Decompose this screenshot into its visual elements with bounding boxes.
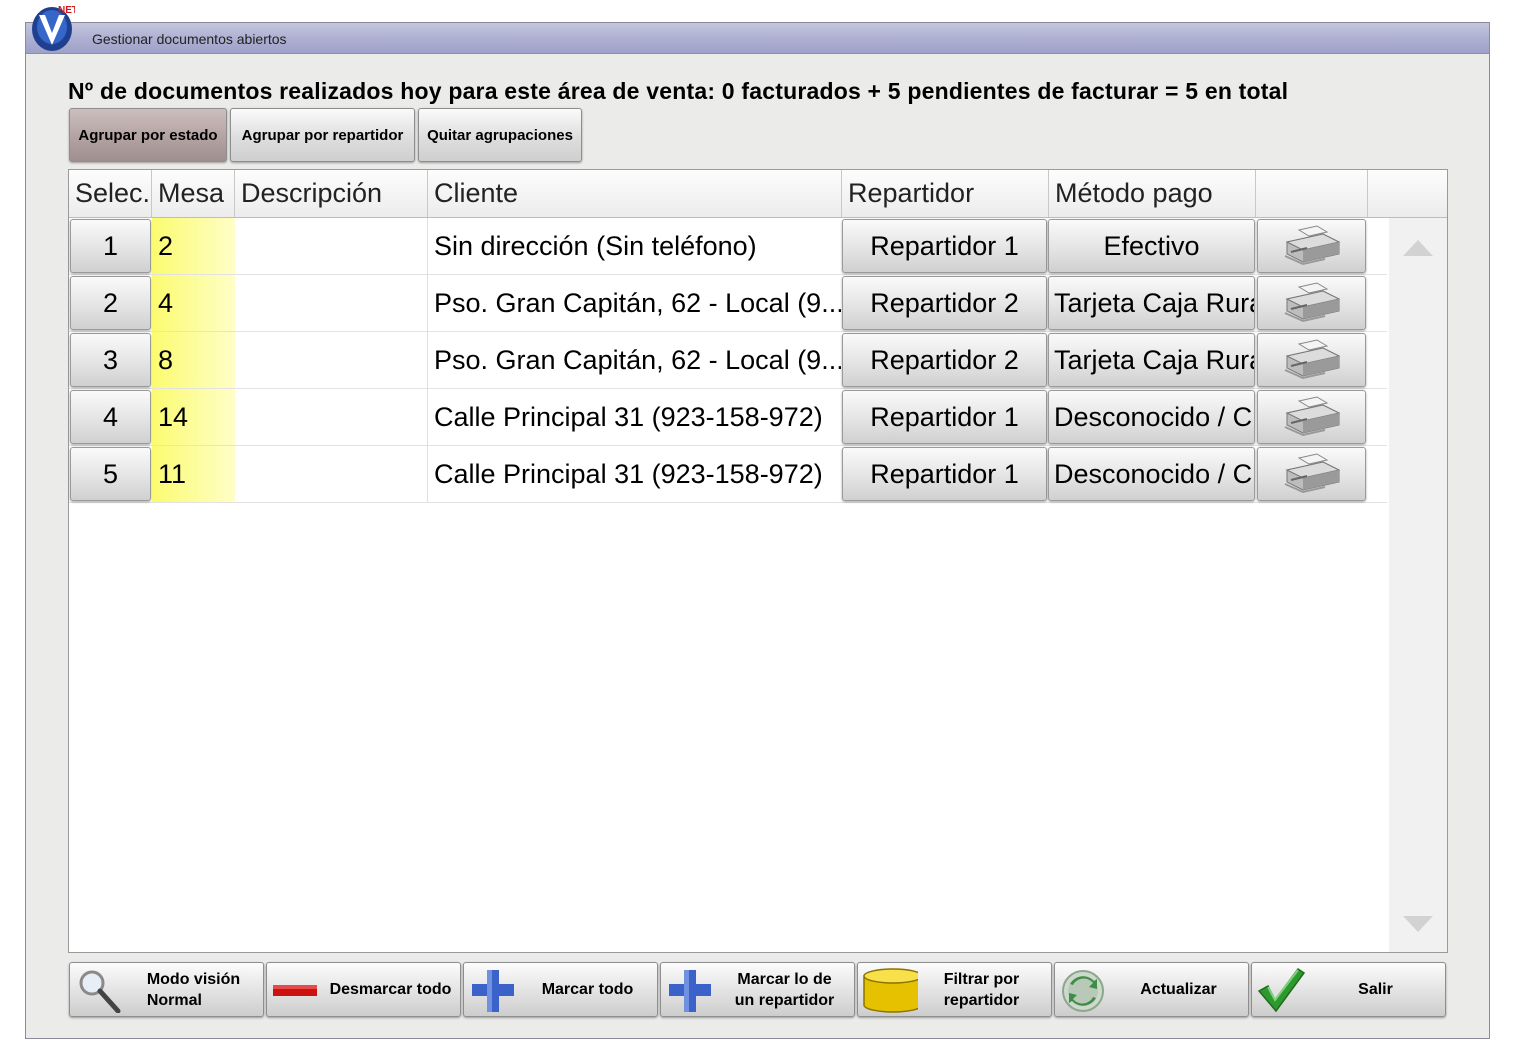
column-header-select[interactable]: Selec. [69, 170, 152, 217]
row-table-cell: 11 [152, 446, 235, 502]
remove-groupings-button[interactable]: Quitar agrupaciones [418, 108, 582, 162]
row-courier-button[interactable]: Repartidor 1 [842, 390, 1047, 444]
column-header-description[interactable]: Descripción [235, 170, 428, 217]
mark-all-label: Marcar todo [541, 981, 634, 998]
table-row: 4 14 Calle Principal 31 (923-158-972) Re… [69, 389, 1387, 446]
documents-summary: Nº de documentos realizados hoy para est… [68, 78, 1289, 104]
mark-all-button[interactable]: Marcar todo [463, 962, 658, 1017]
row-description-cell [235, 332, 428, 388]
row-client-cell: Sin dirección (Sin teléfono) [434, 230, 757, 261]
row-payment-button[interactable]: Desconocido / C [1048, 390, 1255, 444]
printer-icon [1284, 225, 1340, 266]
row-select-button[interactable]: 4 [70, 390, 151, 444]
row-payment-button[interactable]: Tarjeta Caja Rura [1048, 333, 1255, 387]
row-description-cell [235, 275, 428, 331]
group-by-state-button[interactable]: Agrupar por estado [69, 108, 227, 162]
refresh-icon [1062, 970, 1104, 1012]
scroll-up-icon[interactable] [1403, 240, 1433, 256]
view-mode-button[interactable]: Modo visión Normal [69, 962, 264, 1017]
row-courier-button[interactable]: Repartidor 2 [842, 276, 1047, 330]
row-table-cell: 8 [152, 332, 235, 388]
scroll-down-icon[interactable] [1403, 916, 1433, 932]
refresh-label: Actualizar [1140, 981, 1217, 998]
column-header-client[interactable]: Cliente [428, 170, 842, 217]
plus-icon [669, 970, 711, 1012]
table-row: 2 4 Pso. Gran Capitán, 62 - Local (9... … [69, 275, 1387, 332]
row-client-cell: Pso. Gran Capitán, 62 - Local (9... [434, 287, 841, 318]
view-mode-line1: Modo visión [146, 970, 241, 988]
row-client-cell: Pso. Gran Capitán, 62 - Local (9... [434, 344, 841, 375]
row-select-button[interactable]: 5 [70, 447, 151, 501]
row-courier-button[interactable]: Repartidor 1 [842, 447, 1047, 501]
table-row: 1 2 Sin dirección (Sin teléfono) Reparti… [69, 218, 1387, 275]
cylinder-icon [863, 968, 918, 1013]
filter-courier-button[interactable]: Filtrar por repartidor [857, 962, 1052, 1017]
column-header-courier[interactable]: Repartidor [842, 170, 1049, 217]
svg-text:NET: NET [58, 5, 75, 16]
printer-icon [1284, 282, 1340, 323]
unmark-all-button[interactable]: Desmarcar todo [266, 962, 461, 1017]
documents-grid: Selec. Mesa Descripción Cliente Repartid… [68, 169, 1448, 953]
row-print-button[interactable] [1257, 219, 1366, 273]
table-row: 3 8 Pso. Gran Capitán, 62 - Local (9... … [69, 332, 1387, 389]
mark-courier-line1: Marcar lo de [737, 970, 832, 988]
app-logo-icon: NET [32, 5, 75, 51]
column-header-table[interactable]: Mesa [152, 170, 235, 217]
exit-button[interactable]: Salir [1251, 962, 1446, 1017]
group-by-courier-button[interactable]: Agrupar por repartidor [230, 108, 415, 162]
table-row: 5 11 Calle Principal 31 (923-158-972) Re… [69, 446, 1387, 503]
row-select-button[interactable]: 2 [70, 276, 151, 330]
row-print-button[interactable] [1257, 447, 1366, 501]
row-description-cell [235, 218, 428, 274]
vertical-scrollbar[interactable] [1389, 218, 1447, 952]
row-payment-button[interactable]: Tarjeta Caja Rura [1048, 276, 1255, 330]
row-table-cell: 4 [152, 275, 235, 331]
row-select-button[interactable]: 1 [70, 219, 151, 273]
window-title: Gestionar documentos abiertos [92, 31, 287, 47]
plus-icon [472, 970, 514, 1012]
view-mode-line2: Normal [146, 991, 202, 1009]
exit-label: Salir [1358, 981, 1393, 998]
printer-icon [1284, 453, 1340, 494]
refresh-button[interactable]: Actualizar [1054, 962, 1249, 1017]
filter-courier-line2: repartidor [943, 991, 1020, 1009]
printer-icon [1284, 339, 1340, 380]
checkmark-icon [1257, 967, 1306, 1013]
mark-courier-line2: un repartidor [734, 991, 835, 1009]
filter-courier-line1: Filtrar por [943, 970, 1020, 988]
printer-icon [1284, 396, 1340, 437]
column-header-print [1256, 170, 1368, 217]
row-description-cell [235, 389, 428, 445]
row-client-cell: Calle Principal 31 (923-158-972) [434, 401, 823, 432]
column-header-payment[interactable]: Método pago [1049, 170, 1256, 217]
row-client-cell: Calle Principal 31 (923-158-972) [434, 458, 823, 489]
row-payment-button[interactable]: Desconocido / C [1048, 447, 1255, 501]
row-courier-button[interactable]: Repartidor 2 [842, 333, 1047, 387]
row-courier-button[interactable]: Repartidor 1 [842, 219, 1047, 273]
mark-courier-button[interactable]: Marcar lo de un repartidor [660, 962, 855, 1017]
row-print-button[interactable] [1257, 333, 1366, 387]
row-print-button[interactable] [1257, 276, 1366, 330]
unmark-all-label: Desmarcar todo [329, 981, 452, 998]
row-description-cell [235, 446, 428, 502]
row-select-button[interactable]: 3 [70, 333, 151, 387]
title-bar: Gestionar documentos abiertos [26, 23, 1489, 54]
grid-header: Selec. Mesa Descripción Cliente Repartid… [69, 170, 1447, 218]
row-payment-button[interactable]: Efectivo [1048, 219, 1255, 273]
row-table-cell: 2 [152, 218, 235, 274]
minus-icon [273, 985, 317, 996]
row-table-cell: 14 [152, 389, 235, 445]
row-print-button[interactable] [1257, 390, 1366, 444]
magnifier-icon [79, 970, 121, 1013]
